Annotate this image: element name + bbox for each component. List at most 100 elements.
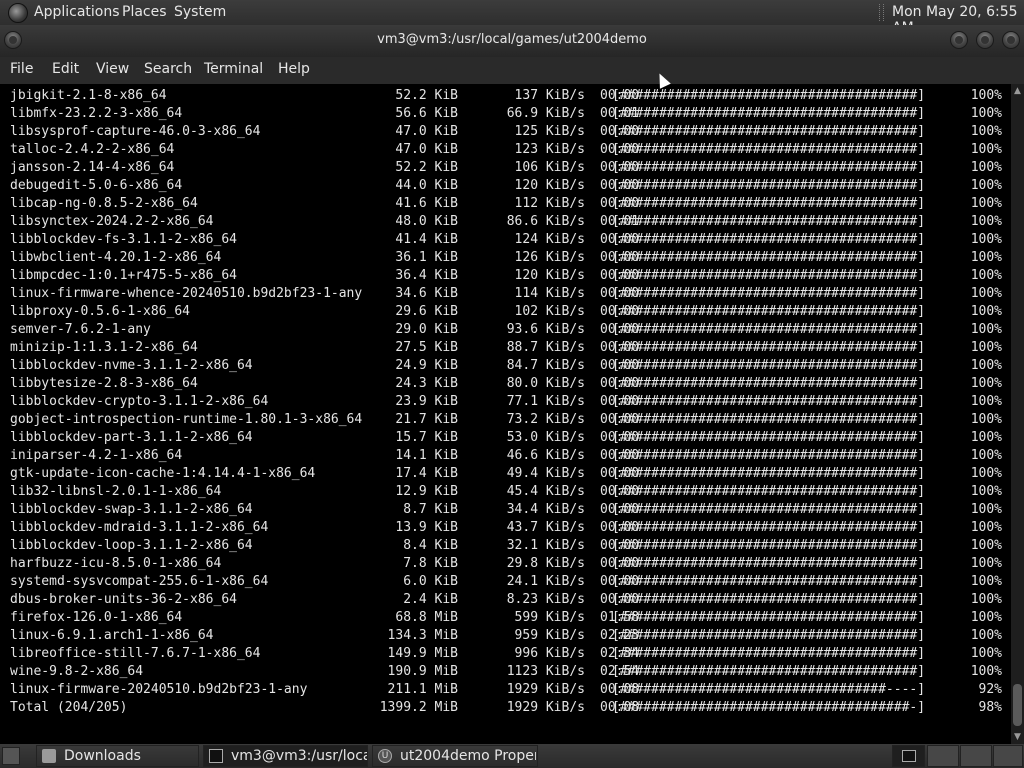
menu-view[interactable]: View xyxy=(96,61,129,77)
progress-bar: [######################################] xyxy=(612,484,926,499)
progress-bar: [######################################] xyxy=(612,160,926,175)
panel-separator xyxy=(879,4,884,21)
progress-percent: 100% xyxy=(970,394,1002,409)
taskbar-item-downloads[interactable]: Downloads xyxy=(36,745,199,767)
package-name: libmpcdec-1:0.1+r475-5-x86_64 xyxy=(10,268,237,283)
workspace-2[interactable] xyxy=(960,745,992,767)
progress-bar: [######################################] xyxy=(612,412,926,427)
package-name: systemd-sysvcompat-255.6-1-x86_64 xyxy=(10,574,269,589)
package-name: minizip-1:1.3.1-2-x86_64 xyxy=(10,340,198,355)
package-size: 6.0 KiB xyxy=(403,574,458,589)
package-size: 21.7 KiB xyxy=(395,412,458,427)
progress-bar: [######################################] xyxy=(612,664,926,679)
terminal-line: debugedit-5.0-6-x86_64 44.0 KiB 120 KiB/s 0… xyxy=(10,177,1005,195)
download-rate: 114 KiB/s xyxy=(514,286,585,301)
scroll-up-icon[interactable]: ▲ xyxy=(1011,84,1024,98)
menu-search[interactable]: Search xyxy=(144,61,192,77)
close-icon[interactable] xyxy=(1002,31,1020,49)
progress-bar: [######################################] xyxy=(612,268,926,283)
package-name: dbus-broker-units-36-2-x86_64 xyxy=(10,592,237,607)
package-size: 47.0 KiB xyxy=(395,124,458,139)
download-rate: 1929 KiB/s xyxy=(506,682,585,697)
show-desktop-icon[interactable] xyxy=(2,747,20,765)
menu-file[interactable]: File xyxy=(10,61,33,77)
package-name: libblockdev-part-3.1.1-2-x86_64 xyxy=(10,430,253,445)
terminal-icon xyxy=(209,749,223,763)
terminal-line: iniparser-4.2-1-x86_64 14.1 KiB 46.6 KiB/s… xyxy=(10,447,1005,465)
package-name: libblockdev-crypto-3.1.1-2-x86_64 xyxy=(10,394,269,409)
taskbar-item-terminal[interactable]: vm3@vm3:/usr/loca... xyxy=(203,745,368,767)
terminal-line: lib32-libnsl-2.0.1-1-x86_64 12.9 KiB 45.4 … xyxy=(10,483,1005,501)
terminal-line: libproxy-0.5.6-1-x86_64 29.6 KiB 102 KiB/s… xyxy=(10,303,1005,321)
package-size: 27.5 KiB xyxy=(395,340,458,355)
progress-bar: [######################################] xyxy=(612,214,926,229)
terminal-line: jbigkit-2.1-8-x86_64 52.2 KiB 137 KiB/s 00:… xyxy=(10,87,1005,105)
taskbar-item-label: ut2004demo Proper... xyxy=(400,748,536,764)
download-rate: 125 KiB/s xyxy=(514,124,585,139)
progress-percent: 100% xyxy=(970,502,1002,517)
progress-bar: [#####################################-] xyxy=(612,700,926,715)
menu-edit[interactable]: Edit xyxy=(52,61,79,77)
package-name: firefox-126.0-1-x86_64 xyxy=(10,610,183,625)
progress-percent: 98% xyxy=(978,700,1002,715)
package-size: 52.2 KiB xyxy=(395,88,458,103)
download-rate: 29.8 KiB/s xyxy=(506,556,585,571)
progress-bar: [######################################] xyxy=(612,520,926,535)
package-size: 8.7 KiB xyxy=(403,502,458,517)
terminal-output[interactable]: jbigkit-2.1-8-x86_64 52.2 KiB 137 KiB/s 00:… xyxy=(0,84,1011,744)
terminal-line: linux-6.9.1.arch1-1-x86_64 134.3 MiB 959 K… xyxy=(10,627,1005,645)
system-menu[interactable]: System xyxy=(174,4,226,20)
download-rate: 123 KiB/s xyxy=(514,142,585,157)
menu-terminal[interactable]: Terminal xyxy=(204,61,263,77)
progress-percent: 100% xyxy=(970,304,1002,319)
package-size: 47.0 KiB xyxy=(395,142,458,157)
taskbar-item-label: vm3@vm3:/usr/loca... xyxy=(231,748,367,764)
menu-help[interactable]: Help xyxy=(278,61,310,77)
progress-bar: [##################################----] xyxy=(612,682,926,697)
terminal-line: libblockdev-part-3.1.1-2-x86_64 15.7 KiB 5… xyxy=(10,429,1005,447)
package-size: 190.9 MiB xyxy=(387,664,458,679)
progress-bar: [######################################] xyxy=(612,358,926,373)
progress-percent: 100% xyxy=(970,214,1002,229)
distro-logo-icon[interactable] xyxy=(8,3,28,23)
package-name: linux-6.9.1.arch1-1-x86_64 xyxy=(10,628,214,643)
progress-percent: 100% xyxy=(970,538,1002,553)
workspace-1[interactable] xyxy=(927,745,959,767)
package-name: libcap-ng-0.8.5-2-x86_64 xyxy=(10,196,198,211)
terminal-scrollbar[interactable]: ▲ ▼ xyxy=(1011,84,1024,744)
package-size: 24.3 KiB xyxy=(395,376,458,391)
download-rate: 53.0 KiB/s xyxy=(506,430,585,445)
maximize-icon[interactable] xyxy=(976,31,994,49)
package-size: 24.9 KiB xyxy=(395,358,458,373)
terminal-line: libsynctex-2024.2-2-x86_64 48.0 KiB 86.6 K… xyxy=(10,213,1005,231)
workspace-3[interactable] xyxy=(993,745,1023,767)
scrollbar-thumb[interactable] xyxy=(1013,684,1022,726)
download-rate: 959 KiB/s xyxy=(514,628,585,643)
progress-bar: [######################################] xyxy=(612,250,926,265)
terminal-line: linux-firmware-20240510.b9d2bf23-1-any 21… xyxy=(10,681,1005,699)
package-name: libblockdev-nvme-3.1.1-2-x86_64 xyxy=(10,358,253,373)
window-titlebar[interactable]: vm3@vm3:/usr/local/games/ut2004demo xyxy=(0,25,1024,57)
progress-percent: 100% xyxy=(970,520,1002,535)
progress-percent: 100% xyxy=(970,340,1002,355)
progress-percent: 100% xyxy=(970,574,1002,589)
tray-terminal-launcher[interactable] xyxy=(892,745,925,767)
progress-bar: [######################################] xyxy=(612,178,926,193)
scroll-down-icon[interactable]: ▼ xyxy=(1011,730,1024,744)
terminal-line: Total (204/205) 1399.2 MiB 1929 KiB/s 00:08… xyxy=(10,699,1005,717)
places-menu[interactable]: Places xyxy=(122,4,167,20)
package-name: libblockdev-mdraid-3.1.1-2-x86_64 xyxy=(10,520,269,535)
progress-bar: [######################################] xyxy=(612,628,926,643)
applications-menu[interactable]: Applications xyxy=(34,4,120,20)
progress-percent: 100% xyxy=(970,484,1002,499)
package-name: debugedit-5.0-6-x86_64 xyxy=(10,178,183,193)
download-rate: 126 KiB/s xyxy=(514,250,585,265)
taskbar-item-ut2004-properties[interactable]: U ut2004demo Proper... xyxy=(372,745,538,767)
minimize-icon[interactable] xyxy=(950,31,968,49)
package-name: libblockdev-swap-3.1.1-2-x86_64 xyxy=(10,502,253,517)
package-size: 15.7 KiB xyxy=(395,430,458,445)
package-size: 17.4 KiB xyxy=(395,466,458,481)
download-rate: 32.1 KiB/s xyxy=(506,538,585,553)
download-rate: 599 KiB/s xyxy=(514,610,585,625)
terminal-line: libwbclient-4.20.1-2-x86_64 36.1 KiB 126 K… xyxy=(10,249,1005,267)
